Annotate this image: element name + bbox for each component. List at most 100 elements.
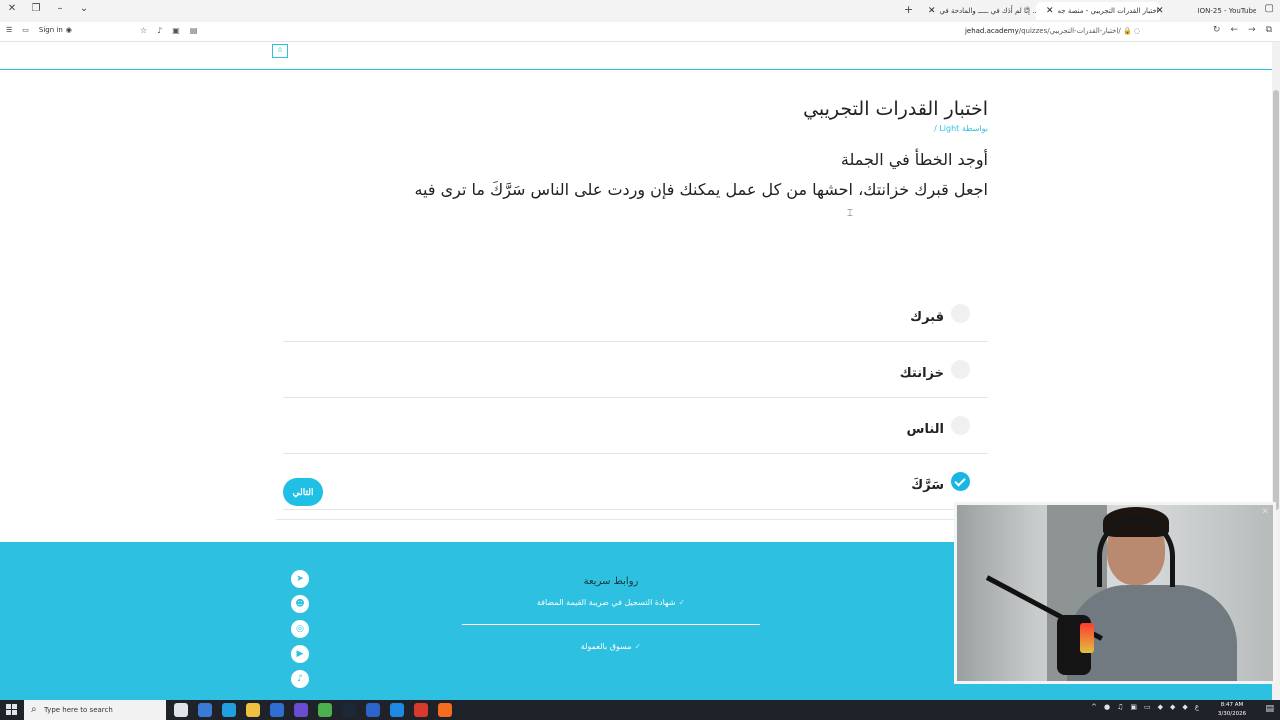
forward-icon[interactable]: → (1248, 25, 1256, 35)
obs-icon[interactable] (414, 703, 428, 717)
collections-icon[interactable]: ▢ (1265, 3, 1274, 14)
mail-icon[interactable] (270, 703, 284, 717)
chrome-icon[interactable] (318, 703, 332, 717)
app-icon[interactable] (198, 703, 212, 717)
scrollbar-thumb[interactable] (1273, 90, 1279, 510)
menu-icon[interactable]: ☰ (6, 26, 12, 34)
windows-taskbar: Type here to search ^ ● ♫ ▣ ▭ ◆ ◆ ◆ ع 8:… (0, 700, 1280, 720)
tab-title: إنَّا لم أَدَك في ـــــ والمادحة في ... (939, 7, 1038, 15)
app-icon[interactable] (390, 703, 404, 717)
footer-link-label: مسوق بالعمولة (580, 642, 632, 651)
tab-active[interactable]: ✕ اختبار القدرات التجريبي - منصة جه (1036, 2, 1160, 20)
page-icon[interactable]: ▭ (22, 26, 29, 34)
task-view-icon[interactable] (174, 703, 188, 717)
shield-icon: ◌ (1133, 27, 1140, 35)
answer-label: قبرك (910, 310, 944, 325)
new-tab-icon[interactable]: + (904, 3, 913, 16)
restore-window-icon[interactable]: ❐ (28, 3, 44, 14)
footer-link[interactable]: ✓شهادة التسجيل في ضريبة القيمة المضافة (462, 598, 760, 607)
question-prompt: أوجد الخطأ في الجملة (840, 150, 988, 169)
quiz-author[interactable]: بواسطة Light / (934, 124, 988, 133)
ea-icon[interactable] (366, 703, 380, 717)
footer-link-label: شهادة التسجيل في ضريبة القيمة المضافة (536, 598, 676, 607)
instagram-icon[interactable]: ◎ (291, 620, 309, 638)
radio-icon[interactable] (951, 304, 970, 323)
taskbar-clock[interactable]: 8:47 AM 3/30/2026 (1214, 701, 1250, 719)
minimize-window-icon[interactable]: – (52, 3, 68, 14)
answer-option[interactable]: قبرك (283, 286, 988, 342)
microphone-icon[interactable]: ● (1104, 703, 1110, 711)
quiz-counter: 0 (272, 44, 288, 58)
radio-icon[interactable] (951, 360, 970, 379)
tab-title: اختبار القدرات التجريبي - منصة جه (1057, 7, 1159, 15)
clock-date: 3/30/2026 (1217, 711, 1247, 717)
answer-option-selected[interactable]: سَرَّكَ (283, 454, 988, 510)
snapchat-icon[interactable]: ☻ (291, 595, 309, 613)
radio-icon[interactable] (951, 416, 970, 435)
headset-icon (1097, 517, 1175, 587)
url-path: /quizzes/اختبار-القدرات-التجريبي/ (1018, 27, 1121, 35)
tab-close-icon[interactable]: ✕ (1046, 6, 1054, 16)
tab-title: ION-25 - YouTube (1197, 7, 1256, 15)
battery-icon[interactable]: ▭ (1144, 703, 1151, 711)
social-links: ➤ ☻ ◎ ▶ ♪ (291, 570, 309, 688)
next-button[interactable]: التالي (283, 478, 323, 506)
app-tray-icon[interactable]: ◆ (1158, 703, 1163, 711)
answer-options: قبرك خزانتك الناس سَرَّكَ (283, 286, 988, 510)
language-icon[interactable]: ع (1195, 703, 1199, 711)
tab-close-icon[interactable]: ✕ (928, 6, 936, 16)
telegram-icon[interactable]: ➤ (291, 570, 309, 588)
answer-label: خزانتك (899, 366, 944, 381)
app-tray-icon[interactable]: ◆ (1170, 703, 1175, 711)
mic-light (1080, 623, 1094, 653)
firefox-icon[interactable] (438, 703, 452, 717)
top-strip: 0 (0, 42, 1272, 70)
footer-divider (462, 624, 760, 625)
sign-in-button[interactable]: Sign in ◉ (39, 26, 72, 34)
edge-icon[interactable] (222, 703, 236, 717)
taskbar-search-input[interactable]: Type here to search (24, 700, 166, 720)
speaker-icon[interactable]: ♫ (1117, 703, 1123, 711)
footer-link[interactable]: ✓مسوق بالعمولة (462, 642, 760, 651)
check-icon: ✓ (634, 642, 642, 651)
tab-third[interactable]: ✕ إنَّا لم أَدَك في ـــــ والمادحة في ..… (918, 2, 1038, 20)
webcam-overlay: ✕ (954, 502, 1276, 684)
youtube-icon[interactable]: ▶ (291, 645, 309, 663)
app-tray-icon[interactable]: ◆ (1182, 703, 1187, 711)
windows-start-icon[interactable] (6, 704, 18, 716)
back-icon[interactable]: ← (1230, 25, 1238, 35)
sign-in-label: Sign in (38, 26, 63, 34)
screenshot-icon[interactable]: ▣ (172, 26, 180, 35)
window-controls-left: ✕ ❐ – ⌄ (4, 3, 92, 14)
answer-label: سَرَّكَ (911, 478, 944, 493)
lock-icon: 🔒 (1122, 27, 1132, 35)
notification-icon[interactable]: ▤ (1265, 704, 1274, 714)
reader-icon[interactable]: ▤ (190, 26, 198, 35)
answer-option[interactable]: الناس (283, 398, 988, 454)
discord-icon[interactable] (294, 703, 308, 717)
tiktok-icon[interactable]: ♪ (291, 670, 309, 688)
url-host: jehad.academy (964, 27, 1019, 35)
tray-chevron-icon[interactable]: ^ (1091, 703, 1097, 711)
file-explorer-icon[interactable] (246, 703, 260, 717)
quiz-title: اختبار القدرات التجريبي (803, 98, 988, 120)
network-icon[interactable]: ▣ (1130, 703, 1137, 711)
answer-option[interactable]: خزانتك (283, 342, 988, 398)
sidebar-icon[interactable]: ⧉ (1266, 25, 1272, 35)
mouse-cursor-icon: ⌶ (847, 208, 853, 219)
steam-icon[interactable] (342, 703, 356, 717)
url-field[interactable]: jehad.academy/quizzes/اختبار-القدرات-الت… (965, 27, 1140, 35)
answer-label: الناس (906, 422, 944, 437)
read-aloud-icon[interactable]: ♪ (157, 26, 162, 35)
address-bar-actions: ☆ ♪ ▣ ▤ (140, 26, 197, 35)
address-bar: ☰ ▭ Sign in ◉ ☆ ♪ ▣ ▤ jehad.academy/quiz… (0, 22, 1280, 42)
close-window-icon[interactable]: ✕ (4, 3, 20, 14)
favorite-star-icon[interactable]: ☆ (140, 26, 147, 35)
tab-close-icon[interactable]: ✕ (1156, 6, 1164, 16)
tab-youtube[interactable]: ✕ ION-25 - YouTube (1146, 2, 1256, 20)
close-icon[interactable]: ✕ (1261, 507, 1269, 517)
radio-checked-icon[interactable] (951, 472, 970, 491)
browser-tab-bar: ✕ ❐ – ⌄ + ✕ إنَّا لم أَدَك في ـــــ والم… (0, 0, 1280, 22)
tab-list-chevron-icon[interactable]: ⌄ (76, 3, 92, 14)
reload-icon[interactable]: ↻ (1213, 25, 1221, 35)
